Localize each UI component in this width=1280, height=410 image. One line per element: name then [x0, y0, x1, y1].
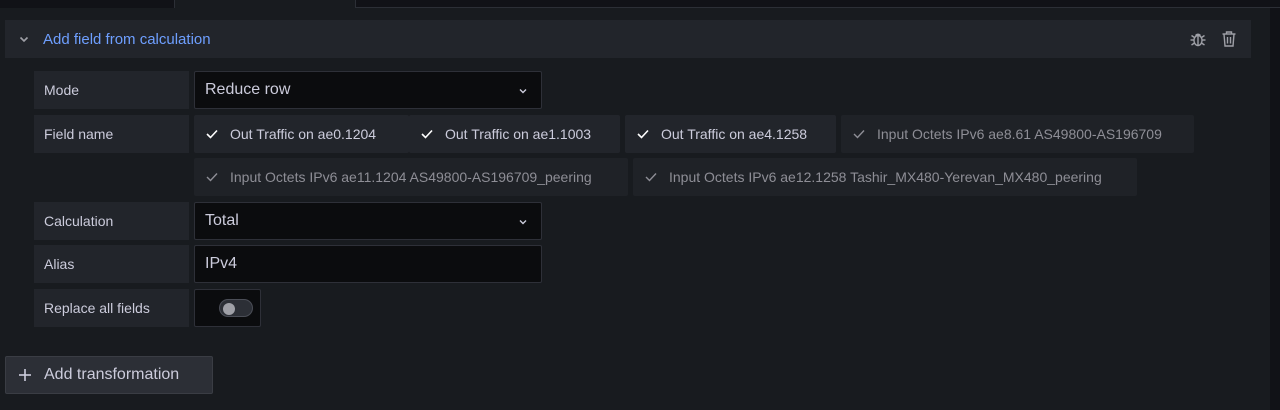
field-chip-label: Input Octets IPv6 ae11.1204 AS49800-AS19… — [230, 169, 592, 185]
field-chip[interactable]: Input Octets IPv6 ae12.1258 Tashir_MX480… — [633, 158, 1137, 196]
check-icon — [637, 129, 649, 139]
add-transformation-button[interactable]: Add transformation — [5, 356, 213, 394]
alias-input[interactable]: IPv4 — [194, 245, 542, 283]
tab-active[interactable] — [174, 0, 356, 8]
field-chip[interactable]: Out Traffic on ae0.1204 — [194, 115, 409, 153]
transformation-title[interactable]: Add field from calculation — [43, 31, 211, 48]
alias-label: Alias — [34, 245, 189, 283]
field-chip-label: Input Octets IPv6 ae12.1258 Tashir_MX480… — [669, 169, 1102, 185]
mode-select[interactable]: Reduce row — [194, 71, 542, 109]
calculation-select[interactable]: Total — [194, 202, 542, 240]
scrollbar-track[interactable] — [1270, 8, 1280, 410]
field-chip-label: Input Octets IPv6 ae8.61 AS49800-AS19670… — [877, 126, 1162, 142]
field-chip[interactable]: Out Traffic on ae4.1258 — [625, 115, 836, 153]
check-icon — [853, 129, 865, 139]
tab-bar — [0, 0, 1280, 8]
field-chip-label: Out Traffic on ae4.1258 — [661, 126, 808, 142]
field-chip-label: Out Traffic on ae1.1003 — [445, 126, 592, 142]
check-icon — [206, 129, 218, 139]
field-chip-label: Out Traffic on ae0.1204 — [230, 126, 377, 142]
check-icon — [645, 172, 657, 182]
field-chip[interactable]: Out Traffic on ae1.1003 — [409, 115, 620, 153]
mode-row: Mode — [34, 71, 189, 109]
calculation-row: Calculation — [34, 202, 189, 240]
field-chip[interactable]: Input Octets IPv6 ae11.1204 AS49800-AS19… — [194, 158, 628, 196]
chevron-down-icon — [517, 215, 529, 233]
replace-all-row: Replace all fields — [34, 289, 189, 327]
check-icon — [206, 172, 218, 182]
check-icon — [421, 129, 433, 139]
chevron-down-icon — [517, 84, 529, 102]
mode-value: Reduce row — [205, 81, 291, 98]
mode-label: Mode — [34, 71, 189, 109]
transformations-panel — [0, 8, 1270, 410]
toggle-knob — [223, 303, 235, 315]
field-name-row: Field name — [34, 115, 189, 153]
add-transformation-label: Add transformation — [44, 366, 180, 383]
chevron-down-icon[interactable] — [5, 20, 43, 58]
replace-all-toggle-container — [194, 289, 261, 327]
replace-all-toggle[interactable] — [219, 299, 253, 317]
alias-row: Alias — [34, 245, 189, 283]
field-chip[interactable]: Input Octets IPv6 ae8.61 AS49800-AS19670… — [841, 115, 1194, 153]
calculation-value: Total — [205, 212, 239, 229]
field-name-label: Field name — [34, 115, 189, 153]
calculation-label: Calculation — [34, 202, 189, 240]
replace-all-label: Replace all fields — [34, 289, 189, 327]
alias-value: IPv4 — [205, 255, 238, 272]
transformation-header[interactable]: Add field from calculation — [5, 20, 1251, 58]
plus-icon — [18, 368, 32, 382]
trash-icon[interactable] — [1221, 30, 1237, 48]
header-actions — [1189, 20, 1237, 58]
bug-icon[interactable] — [1189, 30, 1207, 48]
